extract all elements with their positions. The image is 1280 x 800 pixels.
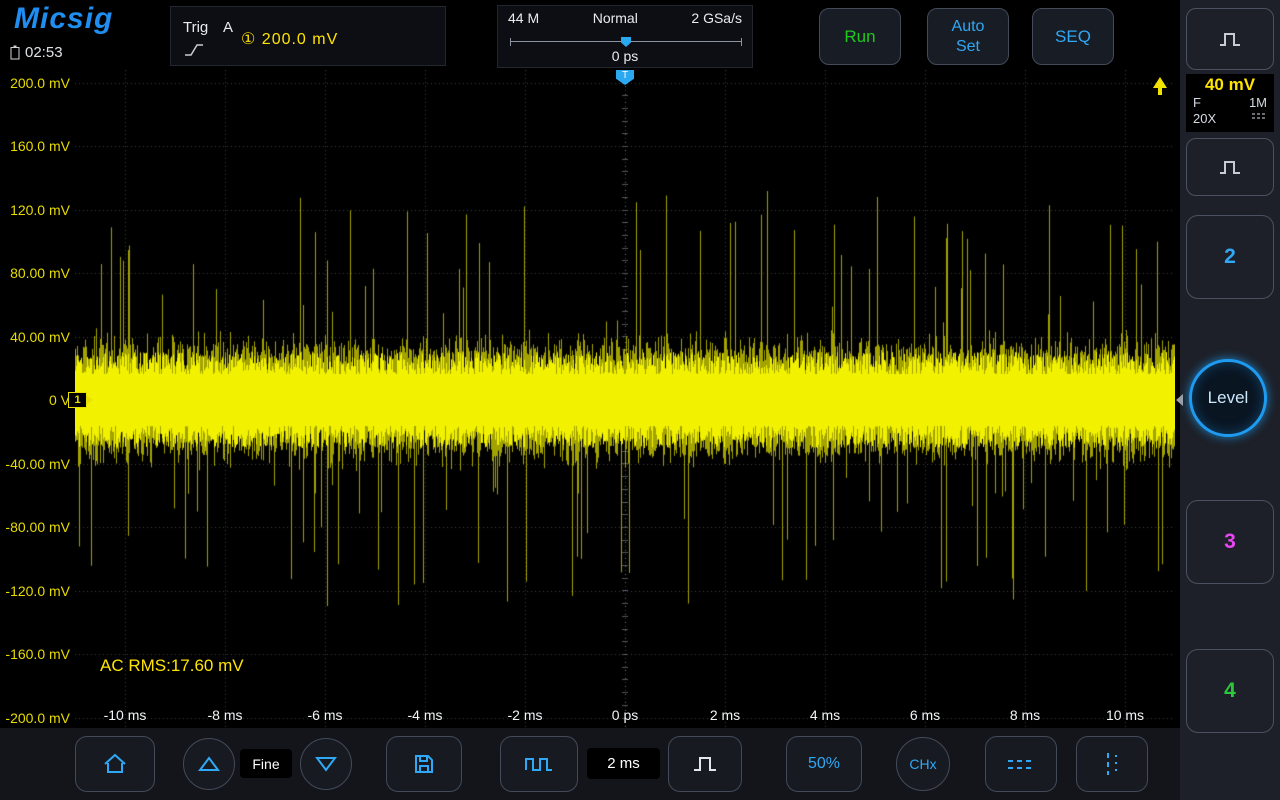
trigger-mode: A [223, 19, 233, 36]
measurement-readout: AC RMS:17.60 mV [100, 656, 244, 676]
dashed-lines-icon [1251, 111, 1267, 121]
timebase-zoom-out-button[interactable] [500, 736, 578, 792]
trigger-level-arrow [1153, 77, 1167, 88]
right-control-bar: 40 mV F 1M 20X 2 Level 3 4 [1180, 0, 1280, 800]
vertical-cursors-button[interactable] [1076, 736, 1148, 792]
top-bar: Micsig 02:53 Trig A ① 200.0 mV 44 M Norm… [0, 0, 1180, 70]
y-axis-label: 80.00 mV [0, 265, 70, 281]
acquire-mode: Normal [593, 10, 638, 26]
save-button[interactable] [386, 736, 462, 792]
horizontal-offset: 0 ps [498, 48, 752, 64]
y-axis-label: 200.0 mV [0, 75, 70, 91]
save-icon [412, 752, 436, 776]
horizontal-dashed-icon [1005, 754, 1037, 774]
level-pointer-icon [1176, 394, 1183, 406]
waveform-canvas[interactable] [75, 70, 1175, 728]
x-axis-label: 8 ms [990, 707, 1060, 723]
acquisition-panel[interactable]: 44 M Normal 2 GSa/s 0 ps [497, 5, 753, 68]
channel1-probe: 20X [1193, 111, 1216, 127]
decrease-button[interactable] [300, 738, 352, 790]
trigger-flag-letter: T [622, 70, 628, 81]
channel1-ground-marker[interactable]: 1 [68, 392, 87, 408]
x-axis-label: 0 ps [590, 707, 660, 723]
x-axis-label: -8 ms [190, 707, 260, 723]
trigger-position-slider[interactable] [510, 36, 742, 48]
slider-marker[interactable] [621, 37, 631, 47]
sample-rate: 2 GSa/s [691, 10, 742, 26]
channel4-button[interactable]: 4 [1186, 649, 1274, 733]
wave-type-top-button[interactable] [1186, 8, 1274, 70]
x-axis-label: 6 ms [890, 707, 960, 723]
status-clock: 02:53 [10, 44, 63, 61]
vertical-dashed-icon [1100, 751, 1124, 777]
x-axis-label: -4 ms [390, 707, 460, 723]
x-axis-label: 4 ms [790, 707, 860, 723]
increase-button[interactable] [183, 738, 235, 790]
home-button[interactable] [75, 736, 155, 792]
level-label: Level [1208, 388, 1249, 408]
trigger-status-panel[interactable]: Trig A ① 200.0 mV [170, 6, 446, 66]
seq-button[interactable]: SEQ [1032, 8, 1114, 65]
y-axis-label: 120.0 mV [0, 202, 70, 218]
horizontal-cursors-button[interactable] [985, 736, 1057, 792]
oscilloscope-screen: Micsig 02:53 Trig A ① 200.0 mV 44 M Norm… [0, 0, 1280, 800]
channel1-coupling: F [1193, 95, 1201, 111]
brand-logo: Micsig [14, 2, 113, 36]
y-axis-label: -160.0 mV [0, 646, 70, 662]
y-axis-label: -200.0 mV [0, 710, 70, 726]
channel3-button[interactable]: 3 [1186, 500, 1274, 584]
fifty-percent-button[interactable]: 50% [786, 736, 862, 792]
battery-icon [10, 45, 20, 60]
wave-type-bottom-button[interactable] [1186, 138, 1274, 196]
channel2-button[interactable]: 2 [1186, 215, 1274, 299]
level-knob[interactable]: Level [1189, 359, 1267, 437]
clock-time: 02:53 [25, 44, 63, 61]
triangle-down-icon [315, 755, 337, 773]
channel1-info-box[interactable]: 40 mV F 1M 20X [1186, 74, 1274, 132]
home-icon [102, 752, 128, 776]
x-axis-label: 2 ms [690, 707, 760, 723]
y-axis-label: 40.00 mV [0, 329, 70, 345]
channel1-impedance: 1M [1249, 95, 1267, 111]
y-axis-label: 160.0 mV [0, 138, 70, 154]
multi-pulse-icon [524, 753, 554, 775]
y-axis-label: 0 V [0, 392, 70, 408]
y-axis-label: -80.00 mV [0, 519, 70, 535]
triangle-up-icon [198, 755, 220, 773]
x-axis-label: 10 ms [1090, 707, 1160, 723]
y-axis-label: -120.0 mV [0, 583, 70, 599]
single-pulse-icon [691, 753, 719, 775]
fine-coarse-toggle[interactable]: Fine [240, 749, 292, 778]
memory-depth: 44 M [508, 10, 539, 26]
pulse-icon [1217, 157, 1243, 177]
trigger-slope-icon [183, 41, 205, 59]
channel1-scale: 40 mV [1193, 75, 1267, 95]
pulse-icon [1217, 29, 1243, 49]
bottom-toolbar: Fine 2 ms 50% CHx [0, 728, 1180, 800]
channel-select-button[interactable]: CHx [896, 737, 950, 791]
trigger-level-readout: ① 200.0 mV [241, 29, 338, 49]
run-button[interactable]: Run [819, 8, 901, 65]
auto-set-button[interactable]: Auto Set [927, 8, 1009, 65]
trigger-label: Trig [183, 19, 208, 36]
timebase-readout[interactable]: 2 ms [587, 748, 660, 779]
waveform-display[interactable]: 200.0 mV 160.0 mV 120.0 mV 80.00 mV 40.00 mV… [0, 70, 1180, 728]
y-axis-label: -40.00 mV [0, 456, 70, 472]
timebase-zoom-in-button[interactable] [668, 736, 742, 792]
x-axis-label: -2 ms [490, 707, 560, 723]
x-axis-label: -10 ms [90, 707, 160, 723]
x-axis-label: -6 ms [290, 707, 360, 723]
